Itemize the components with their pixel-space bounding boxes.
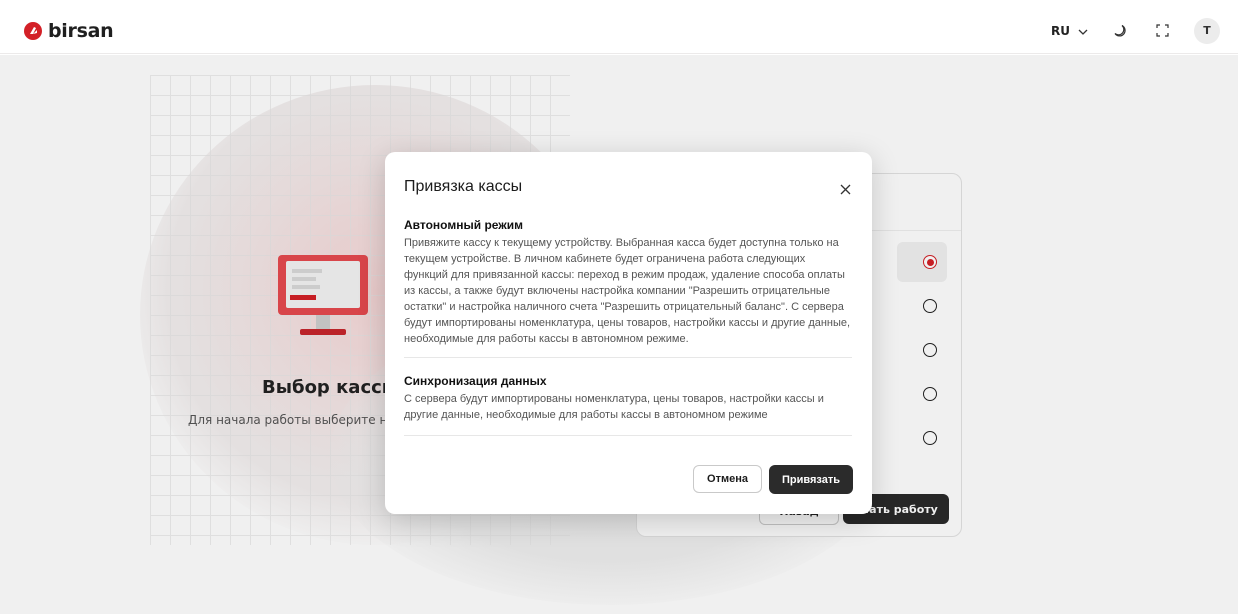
divider [404,357,852,358]
cancel-button[interactable]: Отмена [693,465,762,493]
top-bar: birsan RU T [0,8,1238,54]
fullscreen-icon[interactable] [1152,21,1172,41]
bind-button[interactable]: Привязать [768,465,853,494]
chevron-down-icon [1078,24,1088,38]
user-avatar[interactable]: T [1194,17,1220,44]
close-icon[interactable] [836,180,854,198]
section-description: Привяжите кассу к текущему устройству. В… [404,237,851,345]
divider [404,435,852,436]
dialog-footer: Отмена Привязать [693,465,853,494]
logo[interactable]: birsan [24,19,114,42]
language-label: RU [1051,23,1070,38]
language-selector[interactable]: RU [1051,24,1088,38]
section-title: Автономный режим [404,218,524,232]
logo-text: birsan [48,19,114,42]
dialog-title: Привязка кассы [404,178,523,195]
theme-toggle-moon-icon[interactable] [1110,21,1130,41]
section-description: С сервера будут импортированы номенклату… [404,393,824,421]
offline-mode-section: Автономный режим Привяжите кассу к текущ… [404,218,852,347]
data-sync-section: Синхронизация данных С сервера будут имп… [404,374,852,423]
section-title: Синхронизация данных [404,374,547,388]
logo-mark-icon [24,21,42,40]
bind-cashbox-dialog: Привязка кассы Автономный режим Привяжит… [385,152,872,514]
